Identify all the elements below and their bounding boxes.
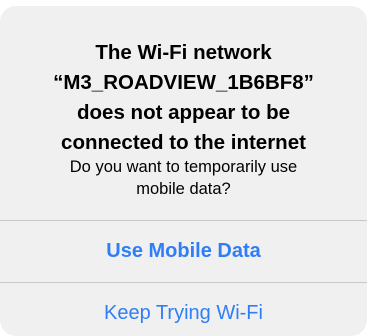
alert-message-line: Do you want to temporarily use bbox=[69, 158, 298, 176]
alert-title-line: connected to the internet bbox=[61, 131, 306, 154]
alert-title: The Wi-Fi network “M3_ROADVIEW_1B6BF8” d… bbox=[0, 38, 367, 158]
use-mobile-data-button[interactable]: Use Mobile Data bbox=[0, 221, 367, 282]
alert-message: Do you want to temporarily use mobile da… bbox=[0, 156, 367, 200]
keep-trying-wifi-button[interactable]: Keep Trying Wi-Fi bbox=[0, 283, 367, 336]
alert-message-line: mobile data? bbox=[136, 180, 231, 198]
alert-title-line: “M3_ROADVIEW_1B6BF8” bbox=[53, 71, 314, 94]
alert-body: The Wi-Fi network “M3_ROADVIEW_1B6BF8” d… bbox=[0, 6, 367, 220]
wifi-alert-dialog: The Wi-Fi network “M3_ROADVIEW_1B6BF8” d… bbox=[0, 6, 367, 336]
alert-title-line: The Wi-Fi network bbox=[95, 41, 272, 64]
alert-title-line: does not appear to be bbox=[77, 101, 290, 124]
